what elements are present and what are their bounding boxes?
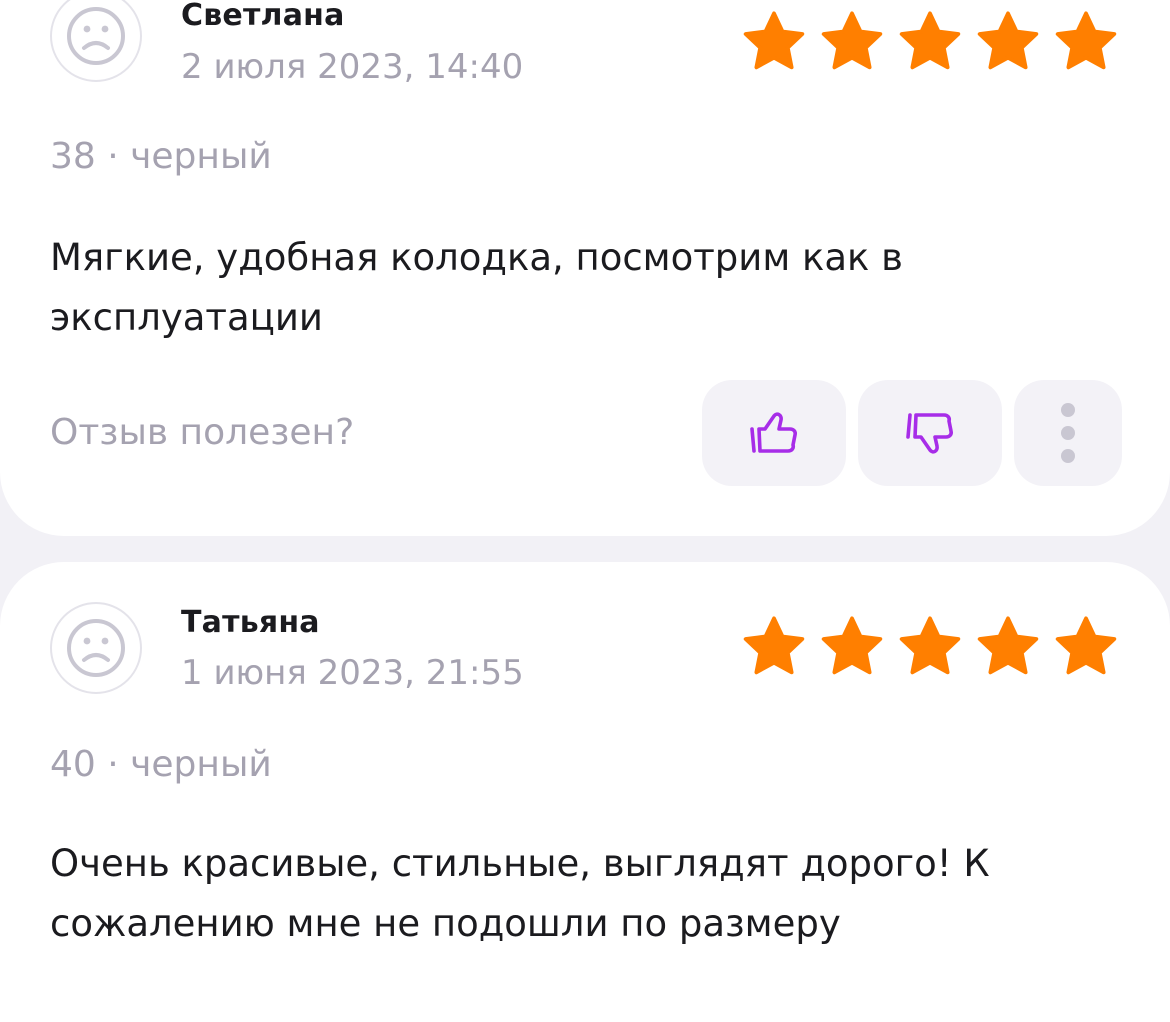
review-date: 1 июня 2023, 21:55: [181, 653, 524, 693]
star-icon: [977, 616, 1039, 675]
star-icon: [1055, 616, 1117, 675]
review-author: Светлана: [181, 0, 345, 33]
review-author: Татьяна: [181, 605, 320, 640]
review-text: Очень красивые, стильные, выглядят дорог…: [50, 842, 990, 945]
dislike-button[interactable]: [858, 380, 1002, 486]
star-icon: [743, 11, 805, 70]
review-date: 2 июля 2023, 14:40: [181, 47, 524, 87]
review-variant: 38 · черный: [50, 136, 272, 177]
thumbs-up-icon: [750, 412, 797, 453]
review-text: Мягкие, удобная колодка, посмотрим как в…: [50, 236, 903, 339]
sad-face-avatar-icon: [67, 7, 125, 65]
star-icon: [977, 11, 1039, 70]
helpful-prompt: Отзыв полезен?: [50, 412, 355, 453]
star-icon: [821, 616, 883, 675]
star-icon: [899, 11, 961, 70]
star-icon: [821, 11, 883, 70]
review-variant: 40 · черный: [50, 744, 272, 785]
review-card: Татьяна 1 июня 2023, 21:55 40 · черный О…: [0, 562, 1170, 1022]
avatar: [50, 0, 142, 82]
review-card: Светлана 2 июля 2023, 14:40 38 · черный …: [0, 0, 1170, 536]
thumbs-down-icon: [906, 413, 953, 454]
star-icon: [1055, 11, 1117, 70]
rating-stars: [740, 9, 1120, 75]
more-options-button[interactable]: [1014, 380, 1122, 486]
star-icon: [743, 616, 805, 675]
avatar: [50, 602, 142, 694]
more-vertical-icon: [1061, 403, 1075, 463]
rating-stars: [740, 614, 1120, 680]
sad-face-avatar-icon: [67, 619, 125, 677]
like-button[interactable]: [702, 380, 846, 486]
star-icon: [899, 616, 961, 675]
